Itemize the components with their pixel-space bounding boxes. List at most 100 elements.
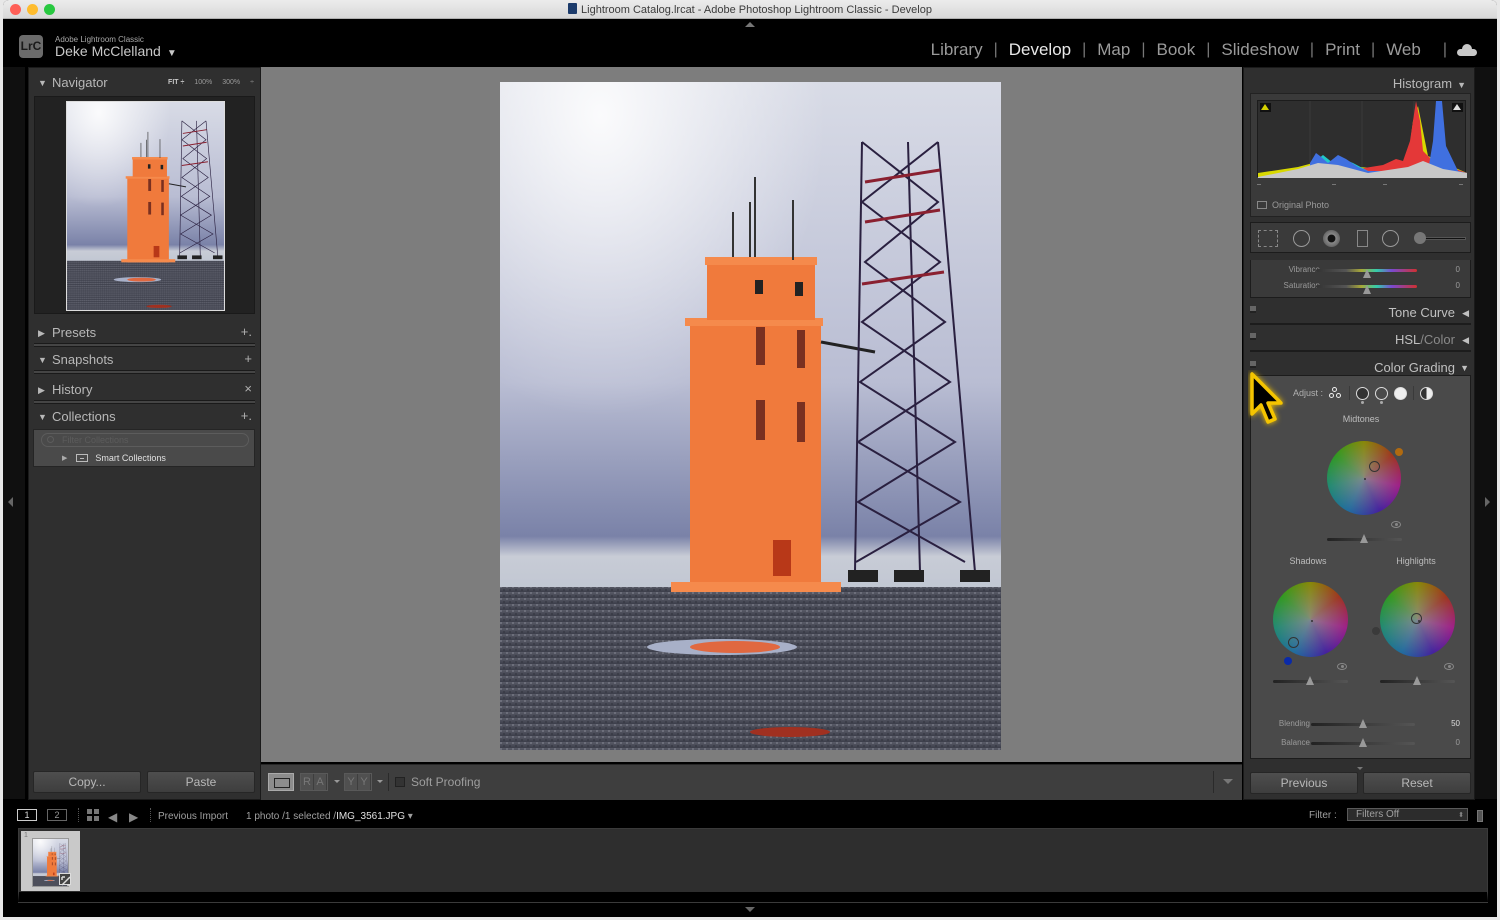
tone-curve-header[interactable]: Tone Curve ◀ (1250, 301, 1471, 325)
balance-track[interactable] (1311, 738, 1415, 747)
before-after-split-button[interactable]: Y Y (344, 773, 372, 791)
collapse-triangle-icon[interactable]: ▼ (1457, 80, 1466, 90)
toolbar-content-dropdown-icon[interactable] (1223, 779, 1233, 784)
zoom-fit-option[interactable]: FIT ÷ (168, 79, 184, 86)
cloud-sync-icon[interactable] (1457, 44, 1477, 56)
main-window-button[interactable]: 1 (17, 809, 37, 821)
bottom-panel-toggle-icon[interactable] (745, 907, 755, 912)
blending-value[interactable]: 50 (1451, 719, 1460, 728)
filename-dropdown-icon[interactable]: ▾ (408, 811, 413, 822)
midtones-hue-handle[interactable] (1369, 461, 1380, 472)
shadow-clipping-indicator[interactable] (1260, 103, 1271, 112)
back-arrow-icon[interactable]: ◀ (108, 810, 117, 824)
panel-switch-icon[interactable] (1250, 306, 1256, 313)
filmstrip-thumbnail-cell[interactable]: 1 (21, 831, 80, 891)
top-panel-toggle-icon[interactable] (745, 22, 755, 27)
before-after-button[interactable]: R A (300, 773, 328, 791)
shadows-luminance-slider[interactable] (1273, 676, 1348, 685)
soft-proofing-checkbox[interactable] (395, 777, 405, 787)
red-eye-tool-icon[interactable] (1323, 230, 1340, 247)
add-preset-icon[interactable]: +. (241, 324, 252, 339)
left-panel-edge[interactable] (3, 67, 25, 799)
blending-track[interactable] (1311, 719, 1415, 728)
highlight-clipping-indicator[interactable] (1452, 103, 1463, 112)
navigator-header[interactable]: ▼ Navigator FIT ÷ 100% 300% ÷ (29, 70, 260, 96)
collapsed-triangle-icon[interactable]: ◀ (1462, 308, 1469, 319)
module-web[interactable]: Web (1375, 40, 1432, 60)
vibrance-thumb[interactable] (1363, 269, 1371, 278)
crop-tool-icon[interactable] (1258, 230, 1278, 247)
saturation-track[interactable] (1316, 285, 1417, 294)
module-develop[interactable]: Develop (998, 40, 1082, 60)
original-photo-checkbox[interactable] (1257, 201, 1267, 209)
filter-dropdown[interactable]: Filters Off ⬍ (1347, 808, 1468, 821)
disclosure-triangle-icon[interactable]: ▶ (62, 454, 67, 462)
right-panel-edge[interactable] (1475, 67, 1497, 799)
balance-slider[interactable]: Balance 0 (1251, 737, 1470, 749)
shadows-color-wheel[interactable] (1273, 582, 1348, 657)
shadows-hue-handle[interactable] (1288, 637, 1299, 648)
midtones-visibility-eye-icon[interactable] (1391, 521, 1401, 528)
secondary-window-button[interactable]: 2 (47, 809, 67, 821)
collapsed-triangle-icon[interactable]: ▶ (38, 385, 45, 396)
clear-history-icon[interactable]: × (244, 381, 252, 396)
expand-triangle-icon[interactable]: ▼ (38, 355, 47, 365)
blending-thumb[interactable] (1359, 719, 1367, 728)
add-snapshot-icon[interactable]: + (244, 351, 252, 366)
filter-collections-input[interactable]: Filter Collections (41, 433, 249, 447)
blending-slider[interactable]: Blending 50 (1251, 718, 1470, 730)
panel-switch-icon[interactable] (1250, 361, 1256, 368)
histogram-graph[interactable] (1257, 100, 1467, 178)
vibrance-value[interactable]: 0 (1456, 265, 1460, 274)
shadows-visibility-eye-icon[interactable] (1337, 663, 1347, 670)
expand-triangle-icon[interactable]: ▼ (38, 78, 47, 88)
previous-button[interactable]: Previous (1250, 772, 1358, 794)
add-collection-icon[interactable]: +. (241, 408, 252, 423)
panel-switch-icon[interactable] (1250, 333, 1256, 340)
highlights-color-wheel[interactable] (1380, 582, 1455, 657)
highlights-luminance-slider[interactable] (1380, 676, 1455, 685)
reset-button[interactable]: Reset (1363, 772, 1471, 794)
collapsed-triangle-icon[interactable]: ◀ (1462, 335, 1469, 346)
graduated-filter-tool-icon[interactable] (1357, 230, 1368, 247)
global-view-icon[interactable] (1420, 386, 1434, 400)
grid-view-icon[interactable] (87, 809, 99, 821)
vibrance-slider[interactable]: Vibrance 0 (1251, 264, 1470, 278)
zoom-more-option[interactable]: ÷ (250, 79, 254, 86)
hsl-color-header[interactable]: HSL/Color ◀ (1250, 328, 1471, 352)
split-dropdown-icon[interactable] (377, 780, 383, 783)
shadows-color-swatch[interactable] (1284, 657, 1292, 665)
highlights-hue-handle[interactable] (1411, 613, 1422, 624)
main-photo[interactable] (500, 82, 1001, 750)
soft-proofing-label[interactable]: Soft Proofing (411, 775, 480, 789)
highlights-luminance-thumb[interactable] (1413, 676, 1421, 685)
navigator-preview[interactable] (34, 96, 255, 314)
user-name[interactable]: Deke McClelland ▼ (55, 43, 177, 59)
module-book[interactable]: Book (1146, 40, 1207, 60)
midtones-color-wheel[interactable] (1327, 441, 1401, 515)
saturation-value[interactable]: 0 (1456, 281, 1460, 290)
midtones-luminance-slider[interactable] (1327, 534, 1402, 543)
hsl-tab[interactable]: HSL (1395, 332, 1420, 347)
filmstrip-source[interactable]: Previous Import (158, 811, 228, 822)
radial-filter-tool-icon[interactable] (1382, 230, 1399, 247)
filter-lock-toggle[interactable] (1477, 810, 1483, 822)
three-way-view-icon[interactable] (1329, 387, 1343, 399)
saturation-slider[interactable]: Saturation 0 (1251, 280, 1470, 294)
shadows-luminance-thumb[interactable] (1306, 676, 1314, 685)
histogram-header[interactable]: Histogram ▼ (1393, 76, 1466, 91)
balance-value[interactable]: 0 (1456, 738, 1460, 747)
highlights-view-icon[interactable] (1394, 386, 1408, 400)
selection-info[interactable]: 1 photo /1 selected /IMG_3561.JPG ▾ (246, 811, 413, 822)
before-after-dropdown-icon[interactable] (334, 780, 340, 783)
highlights-visibility-eye-icon[interactable] (1444, 663, 1454, 670)
highlights-color-swatch[interactable] (1372, 627, 1380, 635)
original-photo-toggle[interactable]: Original Photo (1257, 200, 1329, 210)
collapsed-triangle-icon[interactable]: ▶ (38, 328, 45, 339)
expand-triangle-icon[interactable]: ▼ (38, 412, 47, 422)
collapse-left-panel-icon[interactable] (8, 497, 13, 507)
module-print[interactable]: Print (1314, 40, 1371, 60)
loupe-view-button[interactable] (268, 773, 294, 791)
copy-button[interactable]: Copy... (33, 771, 141, 793)
smart-collections-item[interactable]: ▶ Smart Collections (62, 453, 166, 463)
